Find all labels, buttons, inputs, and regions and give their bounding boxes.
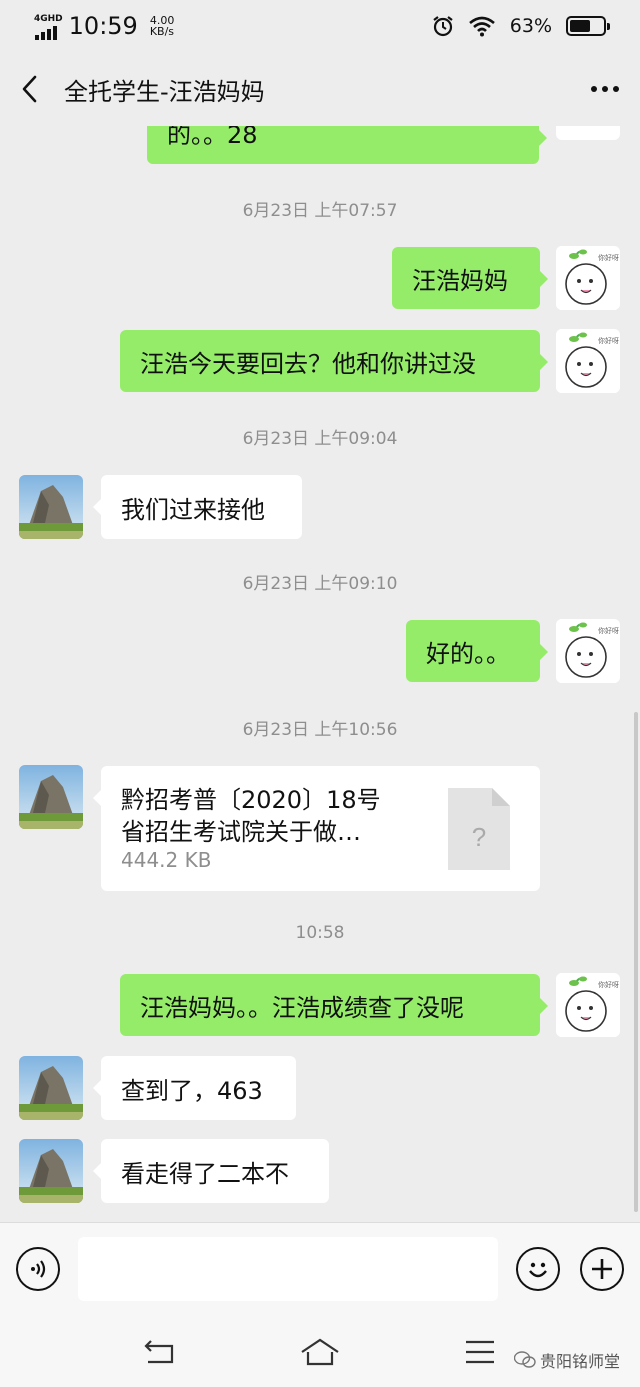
message-bubble-me[interactable]: 好的。。 — [406, 620, 548, 682]
nav-home-button[interactable] — [298, 1334, 342, 1370]
chat-title: 全托学生-汪浩妈妈 — [64, 77, 265, 106]
file-message[interactable]: 黔招考普〔2020〕18号 省招生考试院关于做… 444.2 KB ? — [93, 766, 540, 891]
avatar-me[interactable]: 你好呀 — [556, 246, 620, 310]
unknown-file-icon: ? — [448, 788, 510, 870]
svg-text:?: ? — [472, 822, 486, 852]
message-bubble-me[interactable]: 汪浩妈妈。。汪浩成绩查了没呢 — [120, 974, 548, 1036]
sprout-avatar-icon: 你好呀 — [556, 246, 620, 310]
watermark: 贵阳铭师堂 — [513, 1348, 620, 1372]
status-time: 10:59 — [68, 12, 138, 40]
nav-menu-icon — [466, 1340, 494, 1364]
wifi-icon — [468, 16, 495, 37]
mountain-avatar-icon — [19, 1139, 83, 1203]
svg-text:你好呀: 你好呀 — [598, 980, 619, 989]
status-bar: 4GHD 10:59 4.00 KB/s 63% — [0, 0, 640, 52]
more-icon — [591, 86, 597, 92]
timestamp: 6月23日 上午10:56 — [242, 720, 398, 740]
timestamp: 6月23日 上午09:04 — [242, 429, 398, 449]
plus-icon — [592, 1259, 612, 1279]
file-name: 黔招考普〔2020〕18号 省招生考试院关于做… — [121, 786, 381, 846]
svg-text:你好呀: 你好呀 — [598, 336, 619, 345]
avatar-other[interactable] — [19, 1056, 83, 1120]
timestamp: 6月23日 上午07:57 — [242, 201, 398, 221]
emoji-icon — [529, 1262, 547, 1278]
avatar-me[interactable] — [556, 126, 620, 140]
avatar-me[interactable]: 你好呀 — [556, 329, 620, 393]
message-input[interactable] — [78, 1237, 498, 1301]
more-button[interactable] — [570, 86, 640, 92]
mountain-avatar-icon — [19, 765, 83, 829]
avatar-other[interactable] — [19, 1139, 83, 1203]
back-button[interactable] — [0, 52, 60, 126]
message-bubble-me[interactable]: 的。。28 — [147, 126, 547, 164]
message-bubble-other[interactable]: 查到了，463 — [93, 1056, 296, 1120]
mountain-avatar-icon — [19, 475, 83, 539]
file-size: 444.2 KB — [121, 848, 212, 872]
input-bar — [0, 1222, 640, 1318]
avatar-me[interactable]: 你好呀 — [556, 973, 620, 1037]
battery-percent: 63% — [509, 15, 552, 37]
avatar-me[interactable]: 你好呀 — [556, 619, 620, 683]
svg-text:你好呀: 你好呀 — [598, 626, 619, 635]
message-bubble-me[interactable]: 汪浩今天要回去？他和你讲过没 — [120, 330, 548, 392]
sprout-avatar-icon: 你好呀 — [556, 619, 620, 683]
back-arrow-icon — [22, 75, 37, 103]
chat-header: 全托学生-汪浩妈妈 — [0, 52, 640, 126]
message-bubble-other[interactable]: 看走得了二本不 — [93, 1139, 329, 1203]
timestamp: 10:58 — [295, 923, 345, 943]
voice-button[interactable] — [16, 1247, 60, 1291]
nav-back-icon — [144, 1340, 174, 1364]
nav-back-button[interactable] — [138, 1334, 182, 1370]
wechat-logo-icon — [513, 1351, 536, 1368]
network-type: 4GHD — [34, 13, 63, 24]
sprout-avatar-icon: 你好呀 — [556, 329, 620, 393]
signal-icon — [34, 24, 57, 40]
nav-menu-button[interactable] — [458, 1334, 502, 1370]
nav-home-icon — [301, 1338, 339, 1366]
sprout-avatar-icon: 你好呀 — [556, 973, 620, 1037]
alarm-icon — [433, 16, 453, 37]
message-list[interactable]: 的。。28 6月23日 上午07:57 汪浩妈妈 你好呀 汪浩今天要回去？他和你… — [0, 126, 640, 1222]
svg-text:你好呀: 你好呀 — [598, 253, 619, 262]
mountain-avatar-icon — [19, 1056, 83, 1120]
system-nav-bar: 贵阳铭师堂 — [0, 1318, 640, 1387]
battery-icon — [566, 16, 610, 36]
message-bubble-other[interactable]: 我们过来接他 — [93, 475, 302, 539]
emoji-button[interactable] — [516, 1247, 560, 1291]
timestamp: 6月23日 上午09:10 — [242, 574, 398, 594]
plus-button[interactable] — [580, 1247, 624, 1291]
net-speed: 4.00 KB/s — [149, 14, 175, 38]
voice-icon — [31, 1260, 46, 1278]
avatar-other[interactable] — [19, 765, 83, 829]
avatar-other[interactable] — [19, 475, 83, 539]
message-bubble-me[interactable]: 汪浩妈妈 — [392, 247, 548, 309]
scrollbar[interactable] — [634, 712, 638, 1212]
